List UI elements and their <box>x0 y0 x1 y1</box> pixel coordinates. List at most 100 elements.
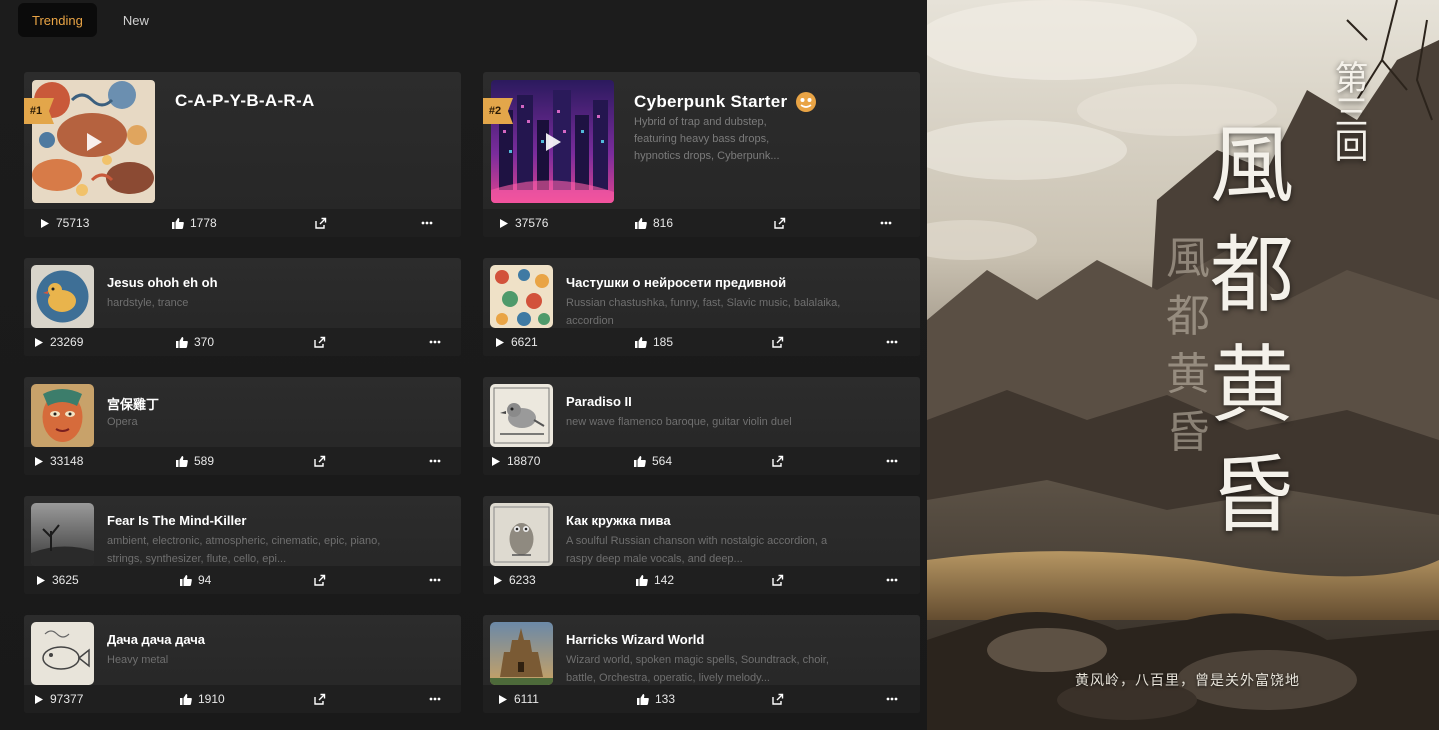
song-title[interactable]: 宫保雞丁 <box>107 394 159 413</box>
like-count[interactable]: 133 <box>637 692 675 706</box>
like-count[interactable]: 564 <box>634 454 672 468</box>
song-card[interactable]: Частушки о нейросети предивной Russian c… <box>483 258 920 356</box>
share-button[interactable] <box>772 693 784 705</box>
play-count-value: 75713 <box>56 216 90 230</box>
tab-trending[interactable]: Trending <box>18 3 97 37</box>
like-count[interactable]: 94 <box>180 573 211 587</box>
play-count[interactable]: 97377 <box>34 692 83 706</box>
cover-folk-pattern[interactable] <box>490 265 553 328</box>
song-card[interactable]: #2 Cyberpunk Starter Hybrid of trap and … <box>483 72 920 237</box>
song-title[interactable]: Paradiso II <box>566 394 632 409</box>
song-title[interactable]: Cyberpunk Starter <box>634 92 787 112</box>
play-count-value: 6111 <box>514 692 539 706</box>
more-button[interactable] <box>429 459 441 463</box>
share-icon <box>314 455 326 467</box>
more-button[interactable] <box>880 221 892 225</box>
song-card[interactable]: #1 C-A-P-Y-B-A-R-A 75713 1778 <box>24 72 461 237</box>
cover-sketch-owl[interactable] <box>490 503 553 566</box>
like-count[interactable]: 816 <box>635 216 673 230</box>
play-count[interactable]: 23269 <box>34 335 83 349</box>
play-icon <box>35 456 43 466</box>
card-footer: 3625 94 <box>24 566 461 594</box>
share-button[interactable] <box>314 455 326 467</box>
like-count-value: 185 <box>653 335 674 349</box>
song-card[interactable]: Как кружка пива A soulful Russian chanso… <box>483 496 920 594</box>
creator-avatar-icon[interactable] <box>795 91 817 113</box>
song-description: Hybrid of trap and dubstep, featuring he… <box>634 116 780 162</box>
card-footer: 33148 589 <box>24 447 461 475</box>
more-button[interactable] <box>886 578 898 582</box>
play-count[interactable]: 6621 <box>495 335 538 349</box>
like-count[interactable]: 370 <box>176 335 214 349</box>
song-title[interactable]: Fear Is The Mind-Killer <box>107 513 246 528</box>
song-description: ambient, electronic, atmospheric, cinema… <box>107 535 381 565</box>
poster-ghost-title: 風 都 黄 昏 <box>1163 230 1213 462</box>
like-count[interactable]: 589 <box>176 454 214 468</box>
share-icon <box>772 693 784 705</box>
cover-mask[interactable] <box>31 384 94 447</box>
like-count[interactable]: 1910 <box>180 692 225 706</box>
share-button[interactable] <box>772 574 784 586</box>
more-button[interactable] <box>886 340 898 344</box>
app-root: Trending New #1 C-A-P-Y-B-A-R-A 75713 17… <box>0 0 1439 730</box>
song-card[interactable]: Harricks Wizard World Wizard world, spok… <box>483 615 920 713</box>
thumbs-up-icon <box>176 336 188 348</box>
play-icon[interactable] <box>85 132 103 152</box>
song-card[interactable]: Fear Is The Mind-Killer ambient, electro… <box>24 496 461 594</box>
thumbs-up-icon <box>180 693 192 705</box>
play-count-value: 37576 <box>515 216 549 230</box>
song-card[interactable]: Paradiso II new wave flamenco baroque, g… <box>483 377 920 475</box>
song-title[interactable]: Harricks Wizard World <box>566 632 704 647</box>
cover-misty-tree[interactable] <box>31 503 94 566</box>
share-button[interactable] <box>314 336 326 348</box>
like-count[interactable]: 185 <box>635 335 673 349</box>
like-count[interactable]: 142 <box>636 573 674 587</box>
share-button[interactable] <box>315 217 327 229</box>
thumbs-up-icon <box>180 574 192 586</box>
play-count[interactable]: 6233 <box>493 573 536 587</box>
more-button[interactable] <box>429 578 441 582</box>
poster-ghost-char: 風 <box>1166 233 1210 284</box>
cover-wizard-castle[interactable] <box>490 622 553 685</box>
thumbs-up-icon <box>637 693 649 705</box>
song-title[interactable]: C-A-P-Y-B-A-R-A <box>175 91 315 111</box>
share-icon <box>772 574 784 586</box>
song-description: hardstyle, trance <box>107 297 189 309</box>
more-button[interactable] <box>886 459 898 463</box>
tab-new[interactable]: New <box>109 3 163 37</box>
song-card[interactable]: 宫保雞丁 Opera 33148 589 <box>24 377 461 475</box>
share-button[interactable] <box>772 336 784 348</box>
song-card[interactable]: Дача дача дача Heavy metal 97377 1910 <box>24 615 461 713</box>
play-icon[interactable] <box>544 132 562 152</box>
play-count[interactable]: 75713 <box>40 216 89 230</box>
share-button[interactable] <box>314 574 326 586</box>
more-button[interactable] <box>886 697 898 701</box>
song-title[interactable]: Jesus ohoh eh oh <box>107 275 218 290</box>
play-count[interactable]: 3625 <box>36 573 79 587</box>
more-button[interactable] <box>429 697 441 701</box>
play-count[interactable]: 37576 <box>499 216 548 230</box>
cover-sketch-fish[interactable] <box>31 622 94 685</box>
card-footer: 6621 185 <box>483 328 920 356</box>
share-button[interactable] <box>772 455 784 467</box>
share-button[interactable] <box>774 217 786 229</box>
song-title-wrap[interactable]: Cyberpunk Starter <box>634 91 817 113</box>
like-count[interactable]: 1778 <box>172 216 217 230</box>
more-button[interactable] <box>429 340 441 344</box>
chapter-label: 第三回 <box>1328 60 1368 162</box>
like-count-value: 370 <box>194 335 215 349</box>
play-icon <box>496 337 504 347</box>
share-button[interactable] <box>314 693 326 705</box>
play-count[interactable]: 18870 <box>491 454 540 468</box>
song-title[interactable]: Как кружка пива <box>566 513 671 528</box>
cover-sketch-bird[interactable] <box>490 384 553 447</box>
song-description: Wizard world, spoken magic spells, Sound… <box>566 654 829 684</box>
play-count[interactable]: 33148 <box>34 454 83 468</box>
song-title[interactable]: Дача дача дача <box>107 632 205 647</box>
cover-bird-blue[interactable] <box>31 265 94 328</box>
song-card[interactable]: Jesus ohoh eh oh hardstyle, trance 23269… <box>24 258 461 356</box>
card-footer: 37576 816 <box>483 209 920 237</box>
more-button[interactable] <box>421 221 433 225</box>
song-title[interactable]: Частушки о нейросети предивной <box>566 275 786 290</box>
play-count[interactable]: 6111 <box>498 692 539 706</box>
